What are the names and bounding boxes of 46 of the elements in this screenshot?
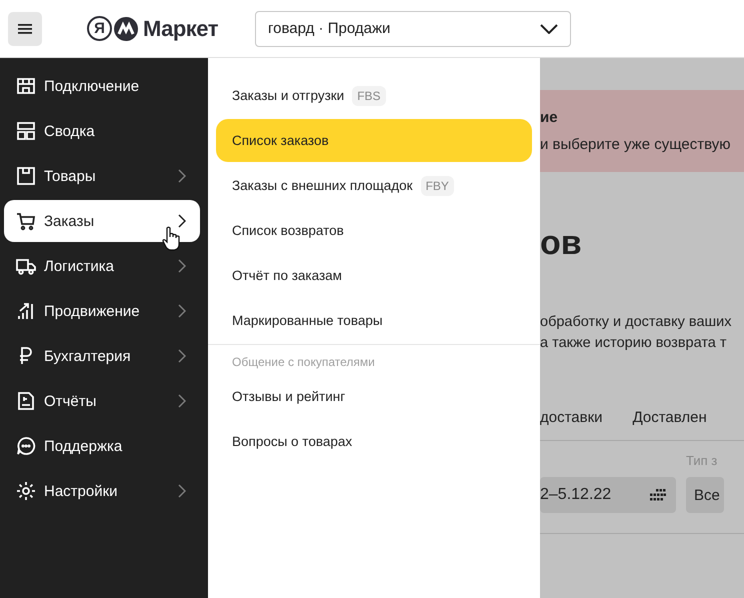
alert-banner: ие и выберите уже существую xyxy=(540,90,744,172)
submenu-item[interactable]: Список заказов xyxy=(216,119,532,162)
page-heading: ов xyxy=(540,224,583,264)
badge: FBY xyxy=(420,176,454,196)
menu-button[interactable] xyxy=(8,12,42,46)
submenu-item[interactable]: Отчёт по заказам xyxy=(216,254,532,297)
chevron-down-icon xyxy=(540,24,558,34)
sidebar-item[interactable]: Бухгалтерия xyxy=(4,335,200,377)
sidebar-item[interactable]: Логистика xyxy=(4,245,200,287)
date-field[interactable]: 2–5.12.22 xyxy=(540,477,676,513)
submenu-item[interactable]: Заказы с внешних площадок FBY xyxy=(216,164,532,207)
description-line: обработку и доставку ваших xyxy=(540,313,732,332)
status-tab[interactable]: доставки xyxy=(540,408,603,426)
menu-icon xyxy=(18,24,32,34)
hand-cursor-icon xyxy=(162,226,182,252)
growth-icon xyxy=(16,301,36,321)
chat-icon xyxy=(16,436,36,456)
cart-icon xyxy=(16,211,36,231)
sidebar-item[interactable]: Подключение xyxy=(4,65,200,107)
sidebar-item[interactable]: Продвижение xyxy=(4,290,200,332)
store-icon xyxy=(16,76,36,96)
sidebar-item[interactable]: Поддержка xyxy=(4,425,200,467)
sidebar-item[interactable]: Сводка xyxy=(4,110,200,152)
logo-wave-icon xyxy=(114,16,138,40)
dashboard-icon xyxy=(16,121,36,141)
submenu-item[interactable]: Список возвратов xyxy=(216,209,532,252)
truck-icon xyxy=(16,256,36,276)
submenu-item[interactable]: Заказы и отгрузки FBS xyxy=(216,74,532,117)
report-icon xyxy=(16,391,36,411)
status-tab[interactable]: Доставлен xyxy=(632,408,707,426)
section-heading: Общение с покупателями xyxy=(231,354,376,371)
filter-label: Тип з xyxy=(686,453,718,470)
box-icon xyxy=(16,166,36,186)
type-select[interactable]: Все xyxy=(686,477,724,513)
logo-mark: Я xyxy=(87,16,112,41)
logo-name: Маркет xyxy=(143,16,218,42)
calendar-grid-icon xyxy=(650,489,666,501)
sidebar-item[interactable]: Товары xyxy=(4,155,200,197)
submenu-item[interactable]: Отзывы и рейтинг xyxy=(216,375,532,418)
badge: FBS xyxy=(352,86,386,106)
sidebar-item[interactable]: Настройки xyxy=(4,470,200,512)
submenu-item[interactable]: Вопросы о товарах xyxy=(216,420,532,463)
submenu-item[interactable]: Маркированные товары xyxy=(216,299,532,342)
sidebar-item[interactable]: Отчёты xyxy=(4,380,200,422)
description-line: а также историю возврата т xyxy=(540,334,727,353)
account-select[interactable]: говард · Продажи xyxy=(255,10,571,46)
